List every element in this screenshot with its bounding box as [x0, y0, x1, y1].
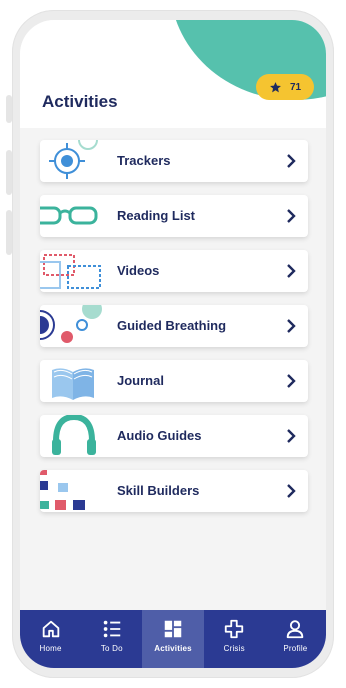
phone-side-button [6, 95, 12, 123]
chevron-right-icon [287, 264, 296, 278]
tab-label: Profile [283, 644, 308, 653]
chevron-right-icon [287, 319, 296, 333]
activity-label: Trackers [117, 153, 171, 168]
bottom-tab-bar: Home To Do Activities Crisis Profile [20, 610, 326, 668]
app-screen: 71 Activities Trackers Reading List Vide… [20, 20, 326, 668]
headphones-icon [52, 415, 96, 455]
breathing-circles-icon [40, 305, 102, 343]
activity-videos[interactable]: Videos [40, 250, 308, 292]
tab-label: Crisis [223, 644, 245, 653]
home-icon [42, 620, 59, 638]
activity-label: Audio Guides [117, 428, 202, 443]
video-frames-icon [40, 254, 101, 289]
activity-label: Reading List [117, 208, 196, 223]
phone-side-button [6, 150, 12, 195]
tab-label: Activities [154, 644, 192, 653]
glasses-icon [40, 206, 98, 225]
star-icon [270, 81, 281, 92]
tab-profile[interactable]: Profile [265, 610, 326, 668]
activity-journal[interactable]: Journal [40, 360, 308, 402]
activity-label: Skill Builders [117, 483, 200, 498]
tab-label: Home [39, 644, 62, 653]
points-count: 71 [289, 81, 302, 93]
tab-activities[interactable]: Activities [142, 610, 204, 668]
grid-icon [164, 620, 182, 638]
activity-guided-breathing[interactable]: Guided Breathing [40, 305, 308, 347]
activity-audio-guides[interactable]: Audio Guides [40, 415, 308, 457]
cross-icon [225, 619, 244, 639]
chevron-right-icon [287, 484, 296, 498]
chevron-right-icon [287, 209, 296, 223]
phone-side-button [6, 210, 12, 255]
chevron-right-icon [287, 154, 296, 168]
activity-label: Guided Breathing [117, 318, 227, 333]
open-book-icon [52, 368, 94, 400]
activity-label: Journal [117, 373, 164, 388]
page-title: Activities [42, 92, 118, 111]
person-icon [287, 620, 304, 639]
tab-home[interactable]: Home [20, 610, 81, 668]
tab-label: To Do [100, 644, 123, 653]
target-icon [49, 140, 98, 179]
activity-label: Videos [117, 263, 160, 278]
blocks-icon [40, 470, 85, 510]
tab-crisis[interactable]: Crisis [204, 610, 265, 668]
chevron-right-icon [287, 429, 296, 443]
points-badge[interactable]: 71 [256, 74, 314, 100]
activity-skill-builders[interactable]: Skill Builders [40, 470, 308, 512]
list-icon [103, 620, 121, 638]
tab-to-do[interactable]: To Do [81, 610, 142, 668]
activity-reading-list[interactable]: Reading List [40, 195, 308, 237]
chevron-right-icon [287, 374, 296, 388]
activity-trackers[interactable]: Trackers [40, 140, 308, 182]
